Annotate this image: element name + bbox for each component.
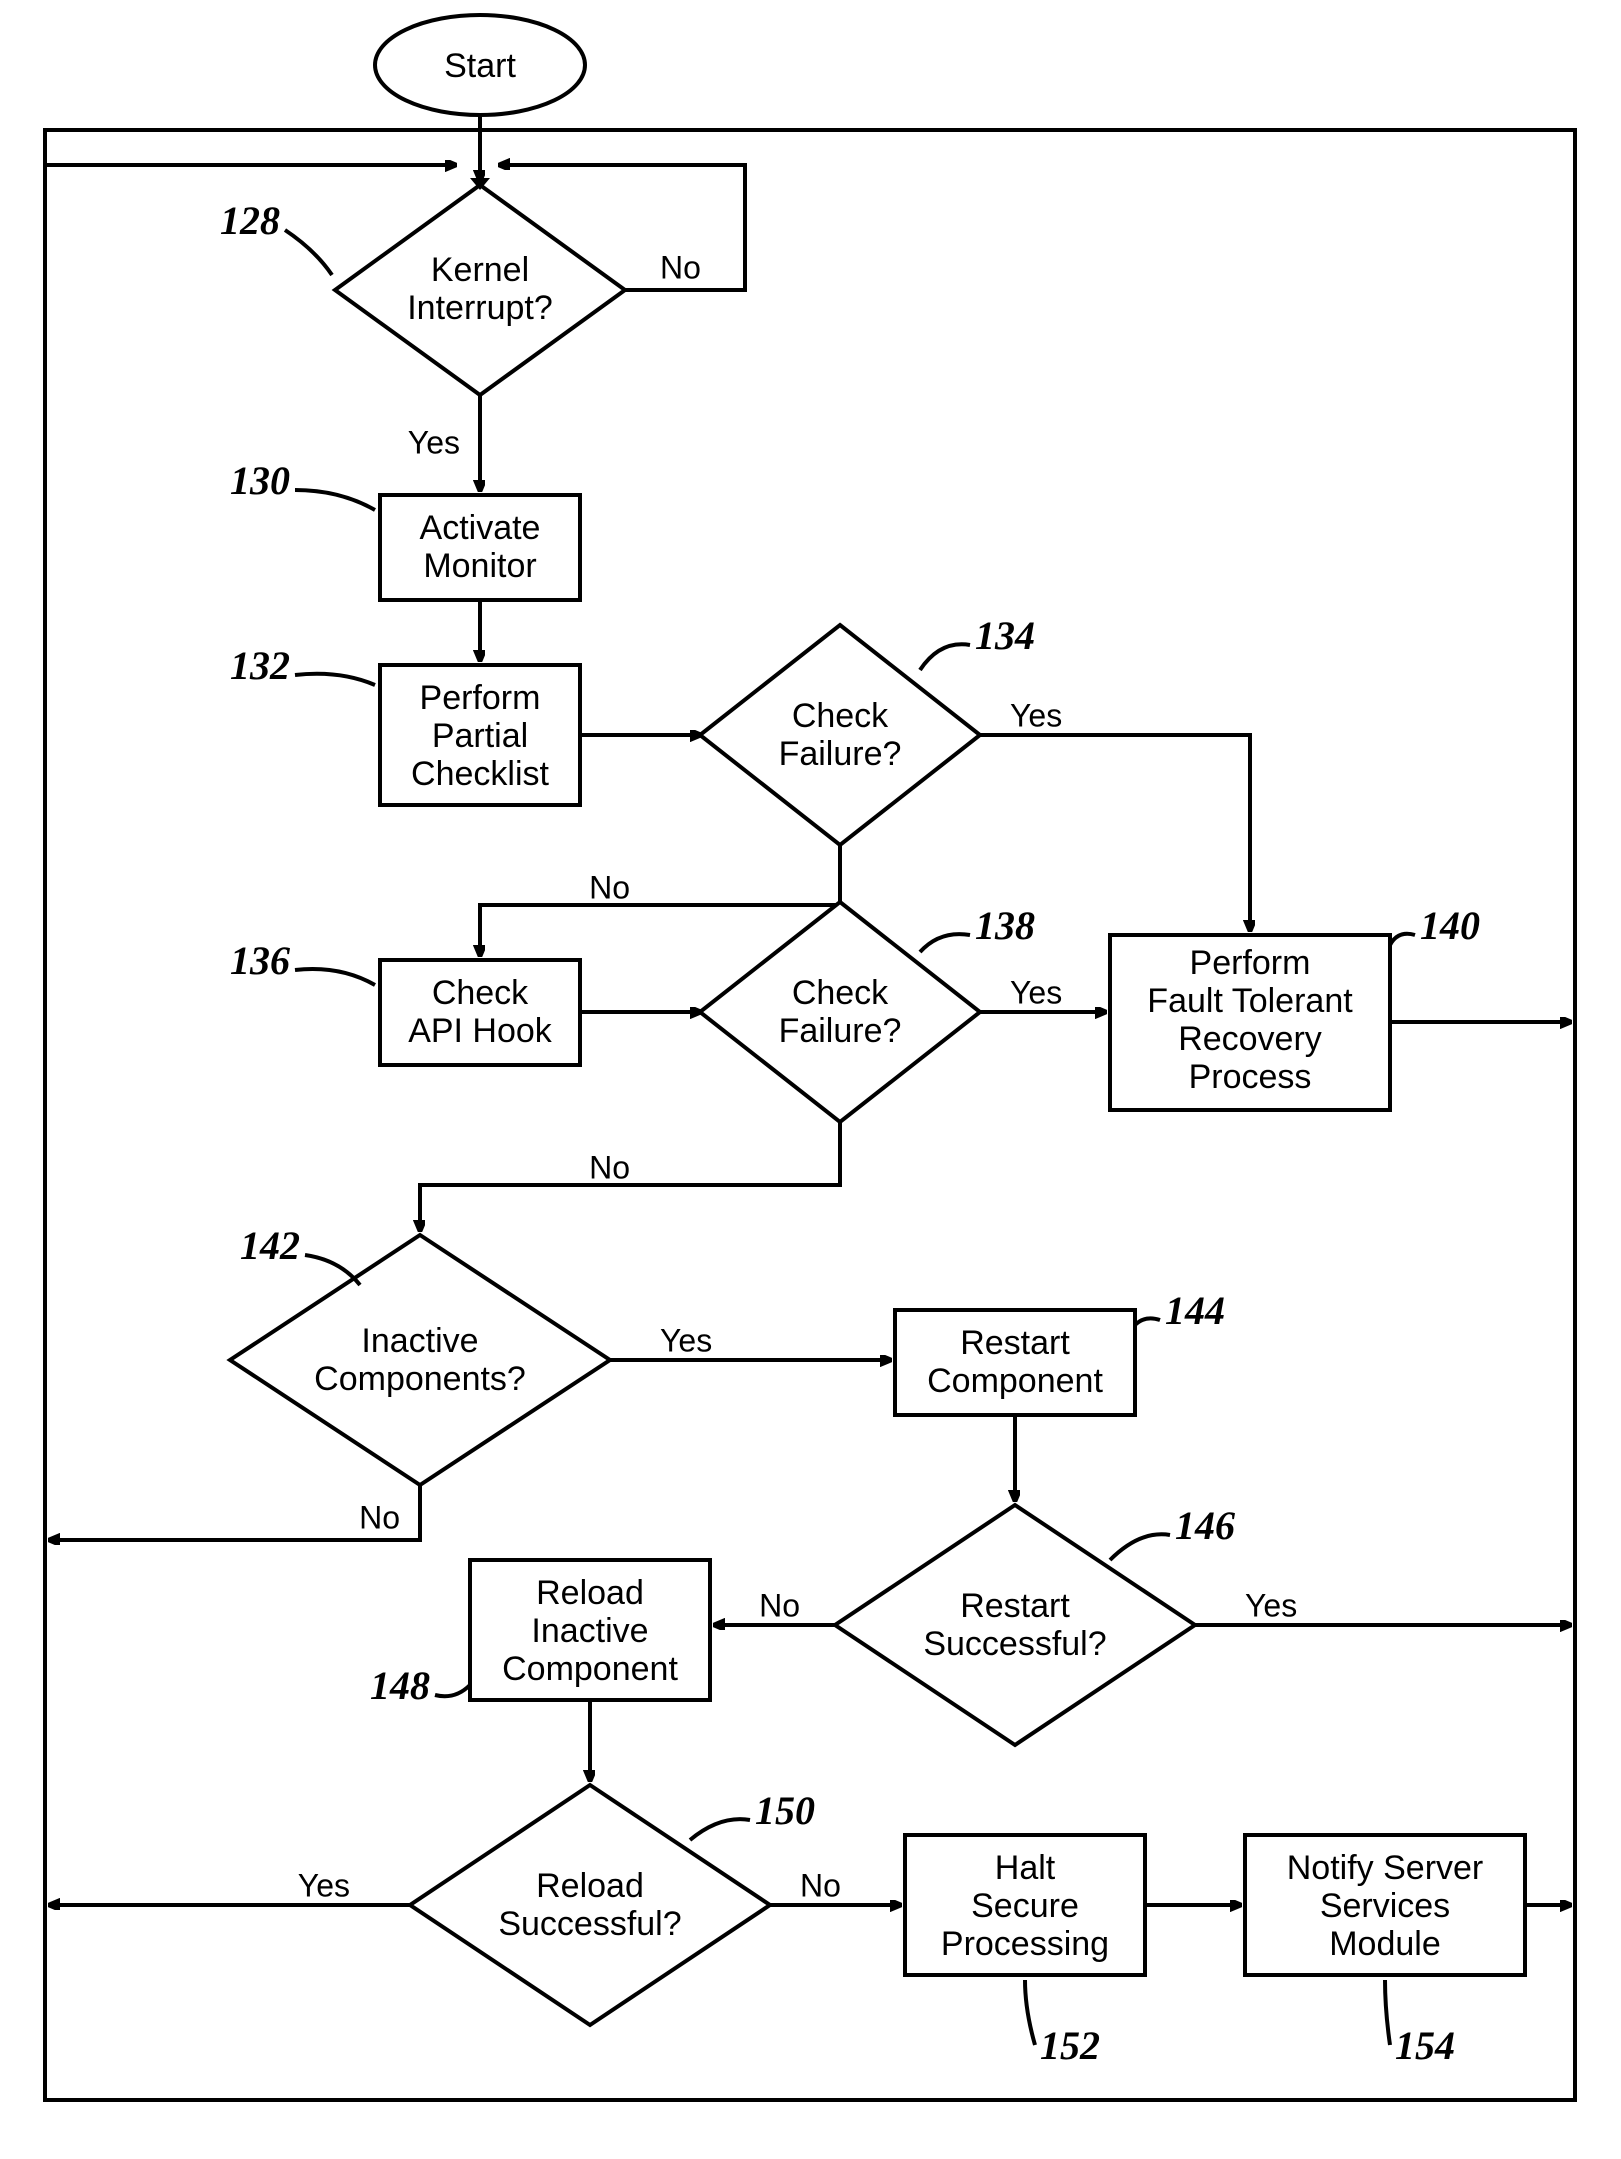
svg-text:No: No: [759, 1587, 800, 1623]
svg-text:Start: Start: [444, 47, 516, 85]
ref-134: 134: [975, 613, 1035, 658]
ref-136: 136: [230, 938, 290, 983]
svg-text:Recovery: Recovery: [1178, 1020, 1322, 1058]
node-128-kernel-interrupt: KernelInterrupt?: [335, 185, 625, 395]
ref-130: 130: [230, 458, 290, 503]
svg-text:No: No: [800, 1867, 841, 1903]
svg-text:ActivateMonitor: ActivateMonitor: [420, 509, 541, 585]
node-134-check-failure: CheckFailure?: [700, 625, 980, 845]
svg-text:No: No: [589, 869, 630, 905]
ref-140: 140: [1420, 903, 1480, 948]
svg-text:No: No: [589, 1149, 630, 1185]
svg-text:CheckFailure?: CheckFailure?: [779, 697, 902, 773]
svg-text:Yes: Yes: [1010, 974, 1062, 1010]
node-130-activate-monitor: ActivateMonitor: [380, 495, 580, 600]
ref-132: 132: [230, 643, 290, 688]
svg-text:Fault Tolerant: Fault Tolerant: [1147, 982, 1353, 1020]
ref-152: 152: [1040, 2023, 1100, 2068]
svg-text:No: No: [660, 249, 701, 285]
node-148-reload-inactive-component: ReloadInactiveComponent: [470, 1560, 710, 1700]
node-132-perform-partial-checklist: PerformPartialChecklist: [380, 665, 580, 805]
svg-text:Yes: Yes: [408, 424, 460, 460]
ref-148: 148: [370, 1663, 430, 1708]
ref-154: 154: [1395, 2023, 1455, 2068]
svg-text:No: No: [359, 1499, 400, 1535]
svg-text:Yes: Yes: [298, 1867, 350, 1903]
flowchart-diagram: Start KernelInterrupt? 128 No Yes Activa…: [0, 0, 1621, 2159]
node-150-reload-successful: ReloadSuccessful?: [410, 1785, 770, 2025]
svg-text:Perform: Perform: [1190, 944, 1311, 982]
svg-text:Yes: Yes: [1245, 1587, 1297, 1623]
node-144-restart-component: RestartComponent: [895, 1310, 1135, 1415]
node-146-restart-successful: RestartSuccessful?: [835, 1505, 1195, 1745]
svg-text:Yes: Yes: [660, 1322, 712, 1358]
svg-text:Process: Process: [1189, 1058, 1312, 1096]
ref-138: 138: [975, 903, 1035, 948]
node-142-inactive-components: InactiveComponents?: [230, 1235, 610, 1485]
node-136-check-api-hook: CheckAPI Hook: [380, 960, 580, 1065]
node-138-check-failure: CheckFailure?: [700, 902, 980, 1122]
node-154-notify-server-services: Notify ServerServicesModule: [1245, 1835, 1525, 1975]
ref-144: 144: [1165, 1288, 1225, 1333]
ref-146: 146: [1175, 1503, 1235, 1548]
node-start: Start: [375, 15, 585, 115]
ref-128: 128: [220, 198, 280, 243]
svg-text:Yes: Yes: [1010, 697, 1062, 733]
node-152-halt-secure-processing: HaltSecureProcessing: [905, 1835, 1145, 1975]
node-140-fault-tolerant-recovery: Perform Fault Tolerant Recovery Process: [1110, 935, 1390, 1110]
ref-150: 150: [755, 1788, 815, 1833]
ref-142: 142: [240, 1223, 300, 1268]
svg-text:CheckFailure?: CheckFailure?: [779, 974, 902, 1050]
